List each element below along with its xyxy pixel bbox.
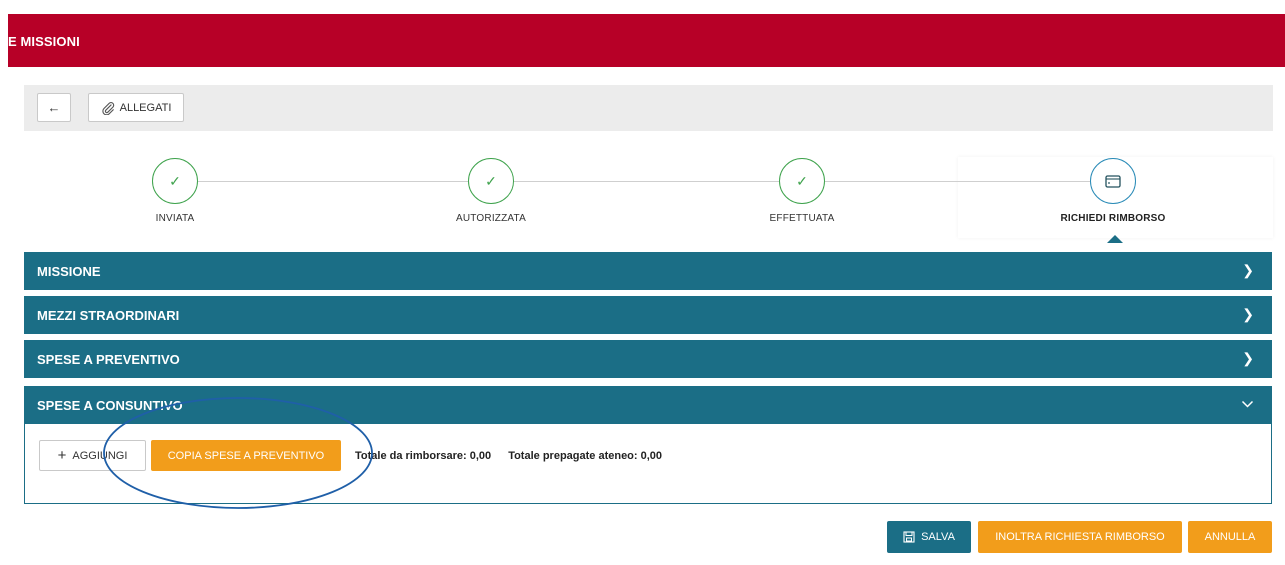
panel-title: SPESE A PREVENTIVO: [37, 351, 180, 367]
total-refund: Totale da rimborsare: 0,00: [355, 450, 492, 462]
top-app-bar: E MISSIONI: [8, 14, 1285, 67]
panel-title: MEZZI STRAORDINARI: [37, 307, 180, 323]
app-title: E MISSIONI: [8, 34, 80, 49]
plus-icon: +: [57, 447, 67, 464]
attachments-button[interactable]: ALLEGATI: [88, 93, 184, 122]
toolbar: ← ALLEGATI: [24, 85, 1273, 131]
arrow-left-icon: ←: [47, 100, 61, 115]
step-autorizzata: ✓ AUTORIZZATA: [391, 158, 591, 224]
caret-up-icon: [1107, 235, 1123, 243]
total-prepaid: Totale prepagate ateneo: 0,00: [508, 450, 663, 462]
attachments-label: ALLEGATI: [119, 101, 172, 114]
save-label: SALVA: [921, 531, 955, 543]
panel-spese-preventivo[interactable]: SPESE A PREVENTIVO ❯: [24, 340, 1272, 378]
check-icon: ✓: [468, 158, 514, 204]
check-icon: ✓: [779, 158, 825, 204]
save-icon: [903, 531, 915, 543]
wallet-icon: [1090, 158, 1136, 204]
step-richiedi-rimborso: RICHIEDI RIMBORSO: [1013, 158, 1213, 224]
step-inviata: ✓ INVIATA: [75, 158, 275, 224]
chevron-right-icon: ❯: [1242, 350, 1254, 366]
back-button[interactable]: ←: [37, 93, 71, 122]
totals: Totale da rimborsare: 0,00 Totale prepag…: [355, 450, 676, 462]
paperclip-icon: [101, 101, 114, 115]
panel-missione[interactable]: MISSIONE ❯: [24, 252, 1272, 290]
chevron-right-icon: ❯: [1242, 306, 1254, 322]
step-label: INVIATA: [155, 213, 195, 224]
save-button[interactable]: SALVA: [887, 521, 971, 553]
forward-label: INOLTRA RICHIESTA RIMBORSO: [995, 531, 1165, 543]
cancel-button[interactable]: ANNULLA: [1188, 521, 1272, 553]
step-label: EFFETTUATA: [769, 213, 835, 224]
progress-stepper: ✓ INVIATA ✓ AUTORIZZATA ✓ EFFETTUATA RIC…: [0, 152, 1285, 247]
panel-mezzi-straordinari[interactable]: MEZZI STRAORDINARI ❯: [24, 296, 1272, 334]
step-label: RICHIEDI RIMBORSO: [1060, 213, 1166, 224]
cancel-label: ANNULLA: [1204, 531, 1256, 543]
chevron-down-icon: [1241, 396, 1254, 412]
forward-refund-button[interactable]: INOLTRA RICHIESTA RIMBORSO: [978, 521, 1182, 553]
panel-title: MISSIONE: [37, 263, 101, 279]
step-label: AUTORIZZATA: [456, 213, 526, 224]
step-effettuata: ✓ EFFETTUATA: [702, 158, 902, 224]
check-icon: ✓: [152, 158, 198, 204]
chevron-right-icon: ❯: [1242, 262, 1254, 278]
highlight-annotation: [103, 397, 373, 509]
